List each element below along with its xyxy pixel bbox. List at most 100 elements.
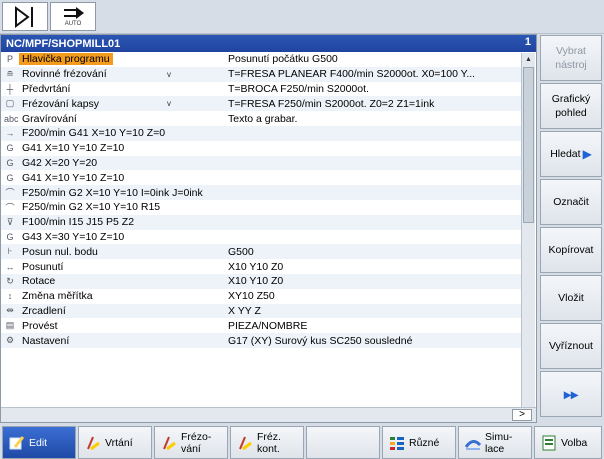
softkey-label: Vložit: [558, 291, 584, 305]
various-softkey[interactable]: Různé: [382, 426, 456, 459]
program-block-row[interactable]: ┼ Předvrtání T=BROCA F250/min S2000ot.: [1, 82, 521, 97]
block-type-icon: G: [6, 157, 14, 168]
block-name: Nastavení: [22, 334, 70, 347]
block-code: G41 X=10 Y=10 Z=10: [22, 171, 125, 184]
block-type-icon: G: [6, 172, 14, 183]
block-name: Hlavička programu: [19, 53, 113, 66]
block-parameters: XY10 Z50: [228, 290, 275, 303]
next-softkeys-button[interactable]: ▸▸: [540, 371, 602, 417]
program-block-row[interactable]: G G43 X=30 Y=10 Z=10: [1, 230, 521, 245]
block-type-icon: ▢: [5, 98, 15, 109]
select-tool-button[interactable]: Vybrat nástroj: [540, 35, 602, 81]
mark-button[interactable]: Označit: [540, 179, 602, 225]
selected-block-highlight: Hlavička programu: [19, 53, 113, 66]
program-block-row[interactable]: ⊦ Posun nul. bodu G500: [1, 244, 521, 260]
program-editor: NC/MPF/SHOPMILL01 1 P Hlavička programu Po…: [0, 34, 537, 423]
block-type-icon: ↻: [6, 275, 14, 286]
program-block-list[interactable]: P Hlavička programu Posunutí počátku G500 ≘…: [1, 52, 521, 408]
block-code: F250/min G2 X=10 Y=10 I=0ink J=0ink: [22, 186, 203, 199]
more-indicator[interactable]: >: [512, 409, 532, 421]
program-block-row[interactable]: abc Gravírování Texto a grabar.: [1, 111, 521, 126]
paste-button[interactable]: Vložit: [540, 275, 602, 321]
softkey-label-line1: Vložit: [558, 292, 584, 304]
softkey-label: Hledat: [550, 147, 580, 161]
search-button[interactable]: Hledat ▶: [540, 131, 602, 177]
vertical-scrollbar[interactable]: ▲: [521, 53, 535, 408]
softkey-label-line1: Vrtání: [105, 436, 133, 449]
machine-mode-button[interactable]: [2, 2, 48, 31]
graphic-view-button[interactable]: Grafický pohled: [540, 83, 602, 129]
program-path: NC/MPF/SHOPMILL01: [6, 37, 121, 50]
program-block-row[interactable]: ⌒ F250/min G2 X=10 Y=10 I=0ink J=0ink: [1, 185, 521, 200]
simulation-softkey[interactable]: Simu-lace: [458, 426, 532, 459]
block-parameters: Texto a grabar.: [228, 112, 298, 125]
softkey-label-line2: lace: [485, 442, 505, 455]
edit-softkey[interactable]: Edit: [2, 426, 76, 459]
block-name: Rotace: [22, 275, 56, 288]
milling-softkey[interactable]: Frézo-vání: [154, 426, 228, 459]
program-block-row[interactable]: ▢ Frézování kapsy v T=FRESA F250/min S2000o…: [1, 96, 521, 112]
simulation-icon: [464, 435, 482, 451]
block-name: Posun nul. bodu: [22, 245, 98, 258]
block-type-icon: ⊽: [6, 216, 14, 227]
auto-mode-button[interactable]: AUTO: [50, 2, 96, 31]
softkey-label-line1: Simu-: [485, 430, 513, 443]
program-block-row[interactable]: ⌒ F250/min G2 X=10 Y=10 R15: [1, 200, 521, 215]
program-block-row[interactable]: G G41 X=10 Y=10 Z=10: [1, 170, 521, 185]
block-name: Předvrtání: [22, 82, 71, 95]
copy-button[interactable]: Kopírovat: [540, 227, 602, 273]
block-code: G42 X=20 Y=20: [22, 156, 98, 169]
program-block-row[interactable]: ⊽ F100/min I15 J15 P5 Z2: [1, 214, 521, 230]
block-type-icon: ⌒: [5, 188, 15, 199]
program-block-row[interactable]: ↕ Změna měřítka XY10 Z50: [1, 289, 521, 304]
block-type-icon: abc: [4, 113, 19, 124]
program-block-row[interactable]: ⚙ Nastavení G17 (XY) Surový kus SC250 sous…: [1, 333, 521, 348]
softkey-label-line1: Frézo-: [181, 430, 212, 443]
block-type-icon: ⊦: [7, 246, 13, 257]
scroll-thumb[interactable]: [523, 67, 534, 223]
block-name: Gravírování: [22, 112, 77, 125]
block-type-icon: G: [6, 143, 14, 154]
program-block-row[interactable]: ≘ Rovinné frézování v T=FRESA PLANEAR F400/…: [1, 66, 521, 82]
jog-arrow-icon: [15, 5, 33, 28]
contour-milling-icon: [237, 435, 253, 451]
empty-softkey[interactable]: [306, 426, 380, 459]
softkey-label: Frézo-vání: [181, 431, 211, 455]
program-block-row[interactable]: G G41 X=10 Y=10 Z=10: [1, 141, 521, 156]
block-parameters: X10 Y10 Z0: [228, 260, 284, 273]
cut-button[interactable]: Vyříznout: [540, 323, 602, 369]
block-name: Rovinné frézování: [22, 68, 107, 81]
block-name: Posunutí: [22, 260, 64, 273]
block-type-icon: G: [6, 231, 14, 242]
softkey-label-line1: ▸▸: [563, 386, 579, 402]
scroll-up-icon[interactable]: ▲: [523, 54, 534, 65]
drilling-icon: [85, 435, 101, 451]
block-parameters: G17 (XY) Surový kus SC250 sousledné: [228, 334, 413, 347]
editor-status-line: >: [1, 407, 536, 422]
program-block-row[interactable]: G G42 X=20 Y=20: [1, 155, 521, 171]
block-parameters: G500: [228, 245, 254, 258]
softkey-label-line2: nástroj: [555, 59, 587, 71]
program-block-row[interactable]: ↻ Rotace X10 Y10 Z0: [1, 273, 521, 289]
chain-caret-icon: v: [167, 99, 171, 109]
block-parameters: T=BROCA F250/min S2000ot.: [228, 82, 369, 95]
select-softkey[interactable]: Volba: [534, 426, 602, 459]
milling-icon: [161, 435, 177, 451]
block-type-icon: ▤: [5, 320, 15, 331]
program-block-row[interactable]: P Hlavička programu Posunutí počátku G500: [1, 52, 521, 67]
drilling-softkey[interactable]: Vrtání: [78, 426, 152, 459]
block-type-icon: ┼: [6, 83, 14, 94]
softkey-label-line2: pohled: [555, 107, 587, 119]
auto-label: AUTO: [64, 20, 82, 27]
contour-milling-softkey[interactable]: Fréz. kont.: [230, 426, 304, 459]
program-block-row[interactable]: → F200/min G41 X=10 Y=10 Z=0: [1, 125, 521, 141]
softkey-label-line1: Kopírovat: [548, 244, 594, 256]
block-parameters: PIEZA/NOMBRE: [228, 319, 308, 332]
block-type-icon: ⌒: [5, 202, 15, 213]
program-block-row[interactable]: ⇹ Zrcadlení X YY Z: [1, 303, 521, 319]
softkey-label-line1: Hledat: [550, 148, 581, 160]
block-parameters: T=FRESA F250/min S2000ot. Z0=2 Z1=1ink: [228, 97, 435, 110]
block-type-icon: ⇹: [6, 305, 14, 316]
program-block-row[interactable]: ↔ Posunutí X10 Y10 Z0: [1, 259, 521, 274]
program-block-row[interactable]: ▤ Provést PIEZA/NOMBRE: [1, 318, 521, 333]
